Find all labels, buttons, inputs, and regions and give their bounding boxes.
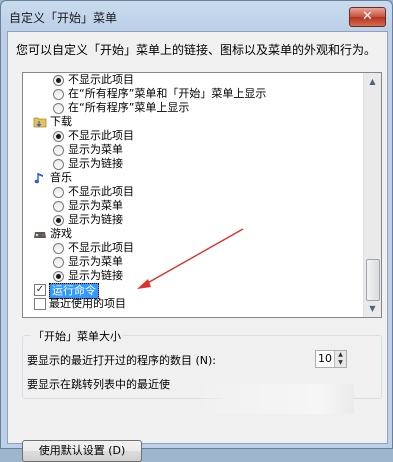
category-label: 音乐 [50, 171, 72, 184]
option-radio-row[interactable]: 显示为菜单 [23, 143, 363, 157]
option-label[interactable]: 在“所有程序”菜单和「开始」菜单上显示 [68, 87, 266, 101]
recent-programs-spinner[interactable]: 10 ▲ ▼ [315, 350, 347, 368]
recent-programs-label: 要显示的最近打开过的程序的数目 (N): [27, 354, 217, 367]
category-label: 下载 [50, 115, 72, 128]
recent-programs-value[interactable]: 10 [318, 352, 332, 365]
option-radio-row[interactable]: 显示为菜单 [23, 255, 363, 269]
option-radio-row[interactable]: 显示为菜单 [23, 199, 363, 213]
option-radio-row[interactable]: 显示为链接 [23, 213, 363, 227]
scrollbar-thumb[interactable] [366, 259, 380, 301]
option-radio-row[interactable]: 显示为链接 [23, 269, 363, 283]
blurred-region [194, 384, 354, 414]
radio-unselected-icon[interactable] [53, 201, 64, 212]
category-label: 游戏 [50, 227, 72, 240]
radio-unselected-icon[interactable] [53, 243, 64, 254]
option-checkbox-row[interactable]: ✓ 运行命令 [23, 283, 363, 299]
option-radio-row[interactable]: 在“所有程序”菜单和「开始」菜单上显示 [23, 87, 363, 101]
option-label[interactable]: 显示为链接 [68, 269, 123, 283]
radio-unselected-icon[interactable] [53, 187, 64, 198]
category-header: 音乐 [23, 171, 363, 185]
use-default-settings-button[interactable]: 使用默认设置 (D) [22, 440, 142, 462]
vertical-scrollbar[interactable]: ▲ ▼ [363, 73, 381, 317]
option-checkbox-row[interactable]: 最近使用的项目 [23, 297, 363, 311]
group-title: 「开始」菜单大小 [31, 328, 123, 344]
radio-unselected-icon[interactable] [53, 145, 64, 156]
option-radio-row[interactable]: 不显示此项目 [23, 129, 363, 143]
option-radio-row[interactable]: 不显示此项目 [23, 241, 363, 255]
option-label[interactable]: 显示为链接 [68, 157, 123, 171]
radio-selected-icon[interactable] [53, 215, 64, 226]
option-radio-row[interactable]: 不显示此项目 [23, 73, 363, 87]
radio-selected-icon[interactable] [53, 271, 64, 282]
option-label[interactable]: 最近使用的项目 [49, 297, 126, 311]
options-list[interactable]: 不显示此项目 在“所有程序”菜单和「开始」菜单上显示 在“所有程序”菜单上显示 下载不… [22, 72, 382, 318]
radio-unselected-icon[interactable] [53, 257, 64, 268]
option-label[interactable]: 在“所有程序”菜单上显示 [68, 101, 189, 115]
category-header: 游戏 [23, 227, 363, 241]
description-text: 您可以自定义「开始」菜单上的链接、图标以及菜单的外观和行为。 [16, 43, 377, 57]
window-title: 自定义「开始」菜单 [9, 11, 118, 25]
spin-up-icon[interactable]: ▲ [334, 351, 346, 359]
option-label[interactable]: 显示为链接 [68, 213, 123, 227]
spin-down-icon[interactable]: ▼ [334, 359, 346, 367]
option-label[interactable]: 显示为菜单 [68, 199, 123, 213]
option-label[interactable]: 不显示此项目 [68, 185, 134, 199]
music-note-icon [33, 171, 47, 185]
scroll-up-icon[interactable]: ▲ [364, 73, 381, 90]
option-label[interactable]: 不显示此项目 [68, 241, 134, 255]
option-radio-row[interactable]: 显示为链接 [23, 157, 363, 171]
dialog-body: 您可以自定义「开始」菜单上的链接、图标以及菜单的外观和行为。 不显示此项目 在“所… [7, 31, 388, 462]
checkbox-unchecked-icon[interactable] [34, 298, 46, 310]
option-radio-row[interactable]: 不显示此项目 [23, 185, 363, 199]
radio-unselected-icon[interactable] [53, 103, 64, 114]
title-bar: 自定义「开始」菜单 ✕ [1, 1, 392, 31]
options-list-content: 不显示此项目 在“所有程序”菜单和「开始」菜单上显示 在“所有程序”菜单上显示 下载不… [23, 73, 363, 311]
option-label[interactable]: 显示为菜单 [68, 255, 123, 269]
close-button[interactable]: ✕ [349, 7, 386, 27]
radio-unselected-icon[interactable] [53, 159, 64, 170]
option-label[interactable]: 显示为菜单 [68, 143, 123, 157]
radio-unselected-icon[interactable] [53, 89, 64, 100]
scroll-down-icon[interactable]: ▼ [364, 300, 381, 317]
jumplist-items-label: 要显示在跳转列表中的最近使 [27, 378, 170, 391]
option-label[interactable]: 不显示此项目 [68, 129, 134, 143]
radio-selected-icon[interactable] [53, 131, 64, 142]
checkbox-checked-icon[interactable]: ✓ [34, 284, 46, 296]
games-icon [33, 227, 47, 241]
radio-selected-icon[interactable] [53, 75, 64, 86]
option-radio-row[interactable]: 在“所有程序”菜单上显示 [23, 101, 363, 115]
category-header: 下载 [23, 115, 363, 129]
folder-icon [33, 115, 47, 129]
customize-start-menu-dialog: 自定义「开始」菜单 ✕ 您可以自定义「开始」菜单上的链接、图标以及菜单的外观和行… [0, 0, 393, 462]
option-label[interactable]: 不显示此项目 [68, 73, 134, 87]
